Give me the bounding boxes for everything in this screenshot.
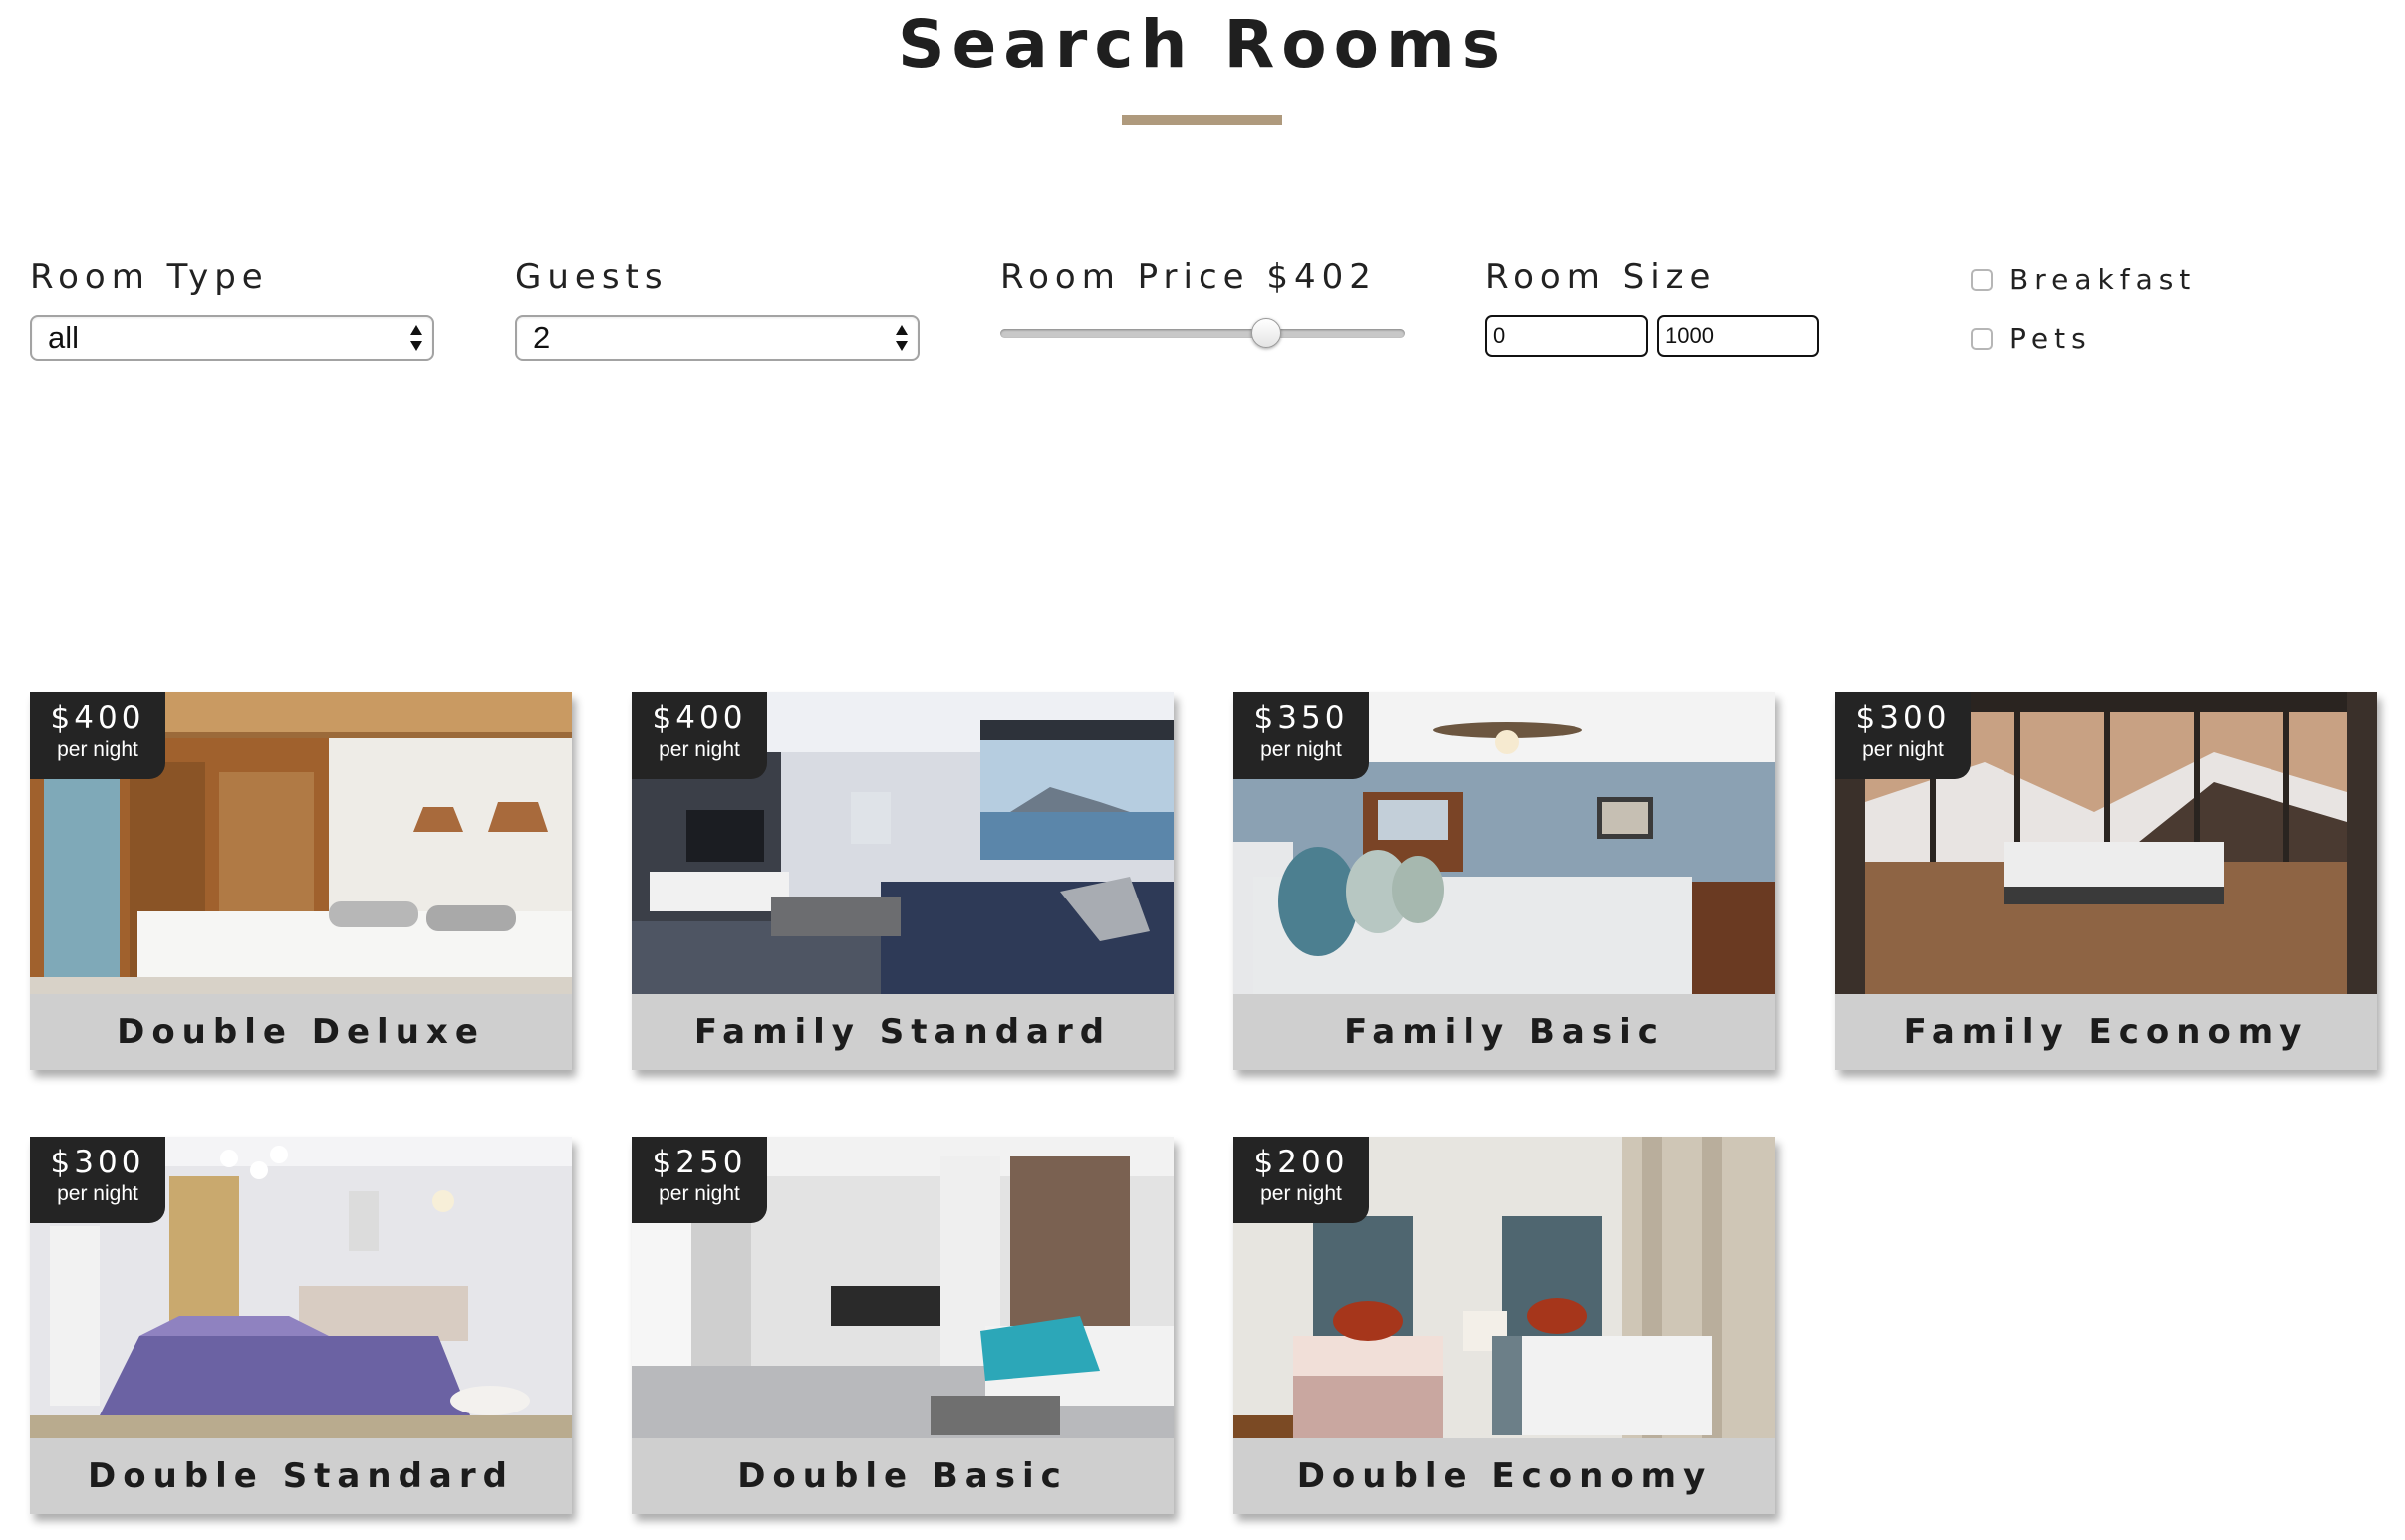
room-price: $250 xyxy=(652,1145,747,1180)
price-badge: $400 per night xyxy=(30,692,165,779)
price-slider-thumb[interactable] xyxy=(1250,318,1281,348)
breakfast-label: Breakfast xyxy=(2009,263,2197,296)
per-night-label: per night xyxy=(57,738,138,761)
room-name: Double Economy xyxy=(1233,1438,1775,1514)
select-arrows-icon xyxy=(410,325,422,351)
per-night-label: per night xyxy=(659,1182,740,1205)
guests-label: Guests xyxy=(515,257,668,297)
room-type-label: Room Type xyxy=(30,257,269,297)
search-rooms-page: Search Rooms Room Type all Guests 2 Room… xyxy=(0,0,2405,1540)
room-price: $350 xyxy=(1253,700,1349,736)
per-night-label: per night xyxy=(1862,738,1944,761)
room-name: Family Basic xyxy=(1233,994,1775,1070)
room-card-family-basic[interactable]: $350 per night Family Basic xyxy=(1233,692,1775,1070)
room-name: Family Economy xyxy=(1835,994,2377,1070)
room-name: Double Basic xyxy=(632,1438,1174,1514)
room-name: Family Standard xyxy=(632,994,1174,1070)
price-slider-track[interactable] xyxy=(1000,329,1405,338)
title-underline xyxy=(1122,115,1282,125)
price-badge: $300 per night xyxy=(30,1137,165,1223)
pets-label: Pets xyxy=(2009,322,2092,355)
room-name: Double Standard xyxy=(30,1438,572,1514)
room-price: $200 xyxy=(1253,1145,1349,1180)
pets-checkbox[interactable] xyxy=(1971,328,1993,350)
room-price: $400 xyxy=(652,700,747,736)
price-badge: $250 per night xyxy=(632,1137,767,1223)
guests-value: 2 xyxy=(533,320,551,355)
guests-select[interactable]: 2 xyxy=(515,315,920,361)
room-type-select[interactable]: all xyxy=(30,315,434,361)
room-size-label: Room Size xyxy=(1485,257,1717,297)
room-card-double-basic[interactable]: $250 per night Double Basic xyxy=(632,1137,1174,1514)
min-size-input[interactable]: 0 xyxy=(1485,315,1648,357)
per-night-label: per night xyxy=(659,738,740,761)
room-type-value: all xyxy=(48,320,80,355)
per-night-label: per night xyxy=(1260,1182,1342,1205)
room-card-family-standard[interactable]: $400 per night Family Standard xyxy=(632,692,1174,1070)
per-night-label: per night xyxy=(1260,738,1342,761)
price-badge: $400 per night xyxy=(632,692,767,779)
room-card-double-deluxe[interactable]: $400 per night Double Deluxe xyxy=(30,692,572,1070)
room-price: $400 xyxy=(50,700,145,736)
max-size-input[interactable]: 1000 xyxy=(1657,315,1819,357)
select-arrows-icon xyxy=(896,325,908,351)
room-card-family-economy[interactable]: $300 per night Family Economy xyxy=(1835,692,2377,1070)
room-name: Double Deluxe xyxy=(30,994,572,1070)
room-card-double-economy[interactable]: $200 per night Double Economy xyxy=(1233,1137,1775,1514)
price-badge: $350 per night xyxy=(1233,692,1369,779)
room-price: $300 xyxy=(1855,700,1951,736)
page-title: Search Rooms xyxy=(897,6,1508,83)
price-badge: $300 per night xyxy=(1835,692,1971,779)
room-price: $300 xyxy=(50,1145,145,1180)
price-badge: $200 per night xyxy=(1233,1137,1369,1223)
breakfast-checkbox[interactable] xyxy=(1971,269,1993,291)
per-night-label: per night xyxy=(57,1182,138,1205)
room-price-label: Room Price $402 xyxy=(1000,257,1377,297)
room-card-double-standard[interactable]: $300 per night Double Standard xyxy=(30,1137,572,1514)
